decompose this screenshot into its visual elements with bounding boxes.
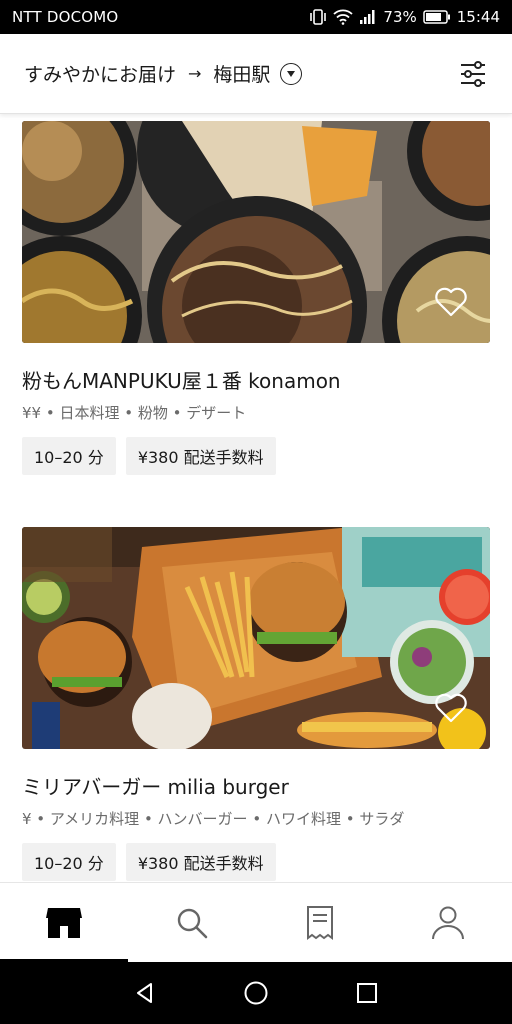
back-icon[interactable] <box>133 981 157 1005</box>
restaurant-feed[interactable]: 粉もんMANPUKU屋１番 konamon ¥¥ • 日本料理 • 粉物 • デ… <box>0 114 512 882</box>
location-label: 梅田駅 <box>213 64 271 86</box>
filter-button[interactable] <box>458 59 488 89</box>
home-icon <box>46 907 82 938</box>
carrier-label: NTT DOCOMO <box>12 8 119 26</box>
restaurant-card[interactable]: 粉もんMANPUKU屋１番 konamon ¥¥ • 日本料理 • 粉物 • デ… <box>22 121 490 475</box>
account-icon <box>432 906 464 939</box>
clock: 15:44 <box>456 8 500 26</box>
app-header: すみやかにお届け → 梅田駅 <box>0 34 512 114</box>
delivery-location-selector[interactable]: すみやかにお届け → 梅田駅 <box>24 60 458 87</box>
okonomiyaki-photo <box>22 121 490 343</box>
vibrate-icon <box>310 9 327 25</box>
favorite-heart-icon[interactable] <box>434 287 468 317</box>
search-icon <box>177 908 208 938</box>
battery-icon <box>423 10 450 24</box>
chevron-down-icon[interactable] <box>280 62 303 85</box>
restaurant-photo[interactable] <box>22 121 490 343</box>
nav-search[interactable] <box>128 883 256 962</box>
restaurant-name[interactable]: ミリアバーガー milia burger <box>22 771 490 800</box>
delivery-fee-badge: ¥380 配送手数料 <box>125 843 276 881</box>
system-navigation-bar <box>0 962 512 1024</box>
home-circle-icon[interactable] <box>243 980 269 1006</box>
restaurant-photo[interactable] <box>22 527 490 749</box>
restaurant-meta: ¥¥ • 日本料理 • 粉物 • デザート <box>22 404 247 422</box>
eta-badge: 10–20 分 <box>22 437 116 475</box>
recents-icon[interactable] <box>355 981 379 1005</box>
battery-percent: 73% <box>383 8 417 26</box>
status-icons: 73% 15:44 <box>309 8 500 26</box>
restaurant-tags: 10–20 分 ¥380 配送手数料 <box>22 843 490 881</box>
arrow-icon: → <box>188 64 202 83</box>
status-bar: NTT DOCOMO 73% 15:44 <box>0 0 512 34</box>
orders-icon <box>307 905 333 940</box>
wifi-icon <box>333 9 354 25</box>
restaurant-meta: ¥ • アメリカ料理 • ハンバーガー • ハワイ料理 • サラダ <box>22 810 405 828</box>
restaurant-tags: 10–20 分 ¥380 配送手数料 <box>22 437 490 475</box>
delivery-mode-label: すみやかにお届け <box>24 64 177 86</box>
restaurant-name[interactable]: 粉もんMANPUKU屋１番 konamon <box>22 365 490 394</box>
favorite-heart-icon[interactable] <box>434 693 468 723</box>
nav-account[interactable] <box>384 883 512 962</box>
eta-badge: 10–20 分 <box>22 843 116 881</box>
bottom-navigation <box>0 882 512 962</box>
delivery-fee-badge: ¥380 配送手数料 <box>125 437 276 475</box>
burger-photo <box>22 527 490 749</box>
nav-orders[interactable] <box>256 883 384 962</box>
signal-icon <box>360 10 375 24</box>
restaurant-card[interactable]: ミリアバーガー milia burger ¥ • アメリカ料理 • ハンバーガー… <box>22 527 490 881</box>
filter-sliders-icon <box>461 60 485 87</box>
nav-home[interactable] <box>0 883 128 962</box>
